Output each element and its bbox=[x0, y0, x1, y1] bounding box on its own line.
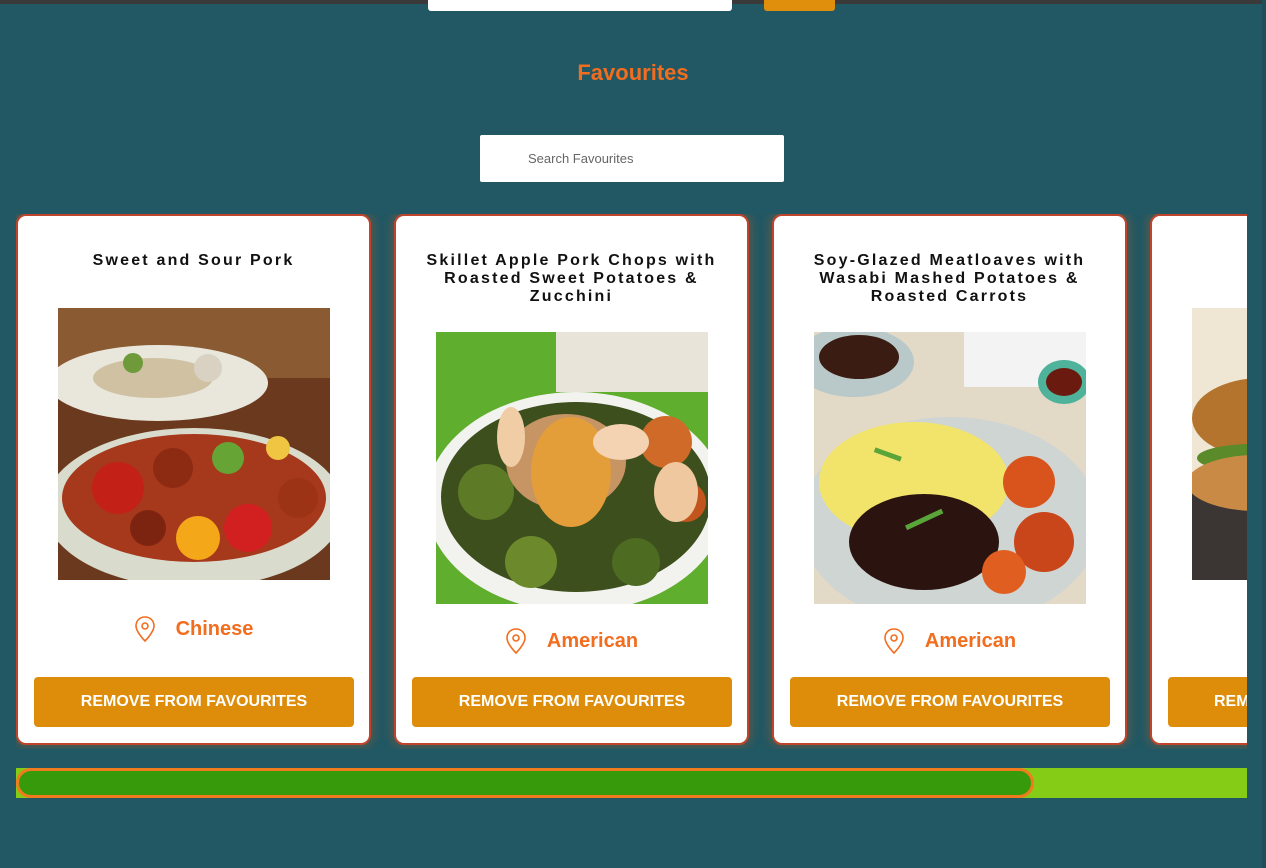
recipe-card: Soy-Glazed Meatloaves with Wasabi Mashed… bbox=[772, 214, 1127, 745]
remove-from-favourites-button[interactable]: REM bbox=[1168, 677, 1247, 727]
header-search-input[interactable] bbox=[428, 0, 732, 11]
page-title: Favourites bbox=[577, 60, 689, 85]
remove-from-favourites-button[interactable]: REMOVE FROM FAVOURITES bbox=[412, 677, 732, 727]
recipe-title: Sweet and Sour Pork bbox=[92, 252, 295, 269]
recipe-image[interactable] bbox=[814, 332, 1086, 604]
location-pin-icon bbox=[134, 615, 156, 643]
recipe-card: La REM bbox=[1150, 214, 1247, 745]
recipe-image[interactable] bbox=[436, 332, 708, 604]
recipe-title: Soy-Glazed Meatloaves with Wasabi Mashed… bbox=[813, 252, 1086, 305]
recipe-card: Sweet and Sour Pork Chinese REMOVE FROM … bbox=[16, 214, 371, 745]
remove-from-favourites-button[interactable]: REMOVE FROM FAVOURITES bbox=[790, 677, 1110, 727]
search-favourites-input[interactable] bbox=[480, 135, 784, 182]
cuisine-row: American bbox=[774, 626, 1125, 656]
remove-from-favourites-button[interactable]: REMOVE FROM FAVOURITES bbox=[34, 677, 354, 727]
cuisine-row: American bbox=[396, 626, 747, 656]
horizontal-scrollbar-thumb[interactable] bbox=[16, 768, 1034, 798]
recipe-image[interactable] bbox=[1192, 308, 1247, 580]
cuisine-label: American bbox=[546, 629, 639, 652]
recipe-image[interactable] bbox=[58, 308, 330, 580]
cuisine-label: American bbox=[924, 629, 1017, 652]
cuisine-row: Chinese bbox=[18, 614, 369, 644]
favourites-carousel: Sweet and Sour Pork Chinese REMOVE FROM … bbox=[16, 214, 1247, 749]
location-pin-icon bbox=[505, 627, 527, 655]
window-edge bbox=[1262, 0, 1266, 868]
horizontal-scrollbar-track[interactable] bbox=[16, 768, 1247, 798]
recipe-title: Skillet Apple Pork Chops with Roasted Sw… bbox=[426, 252, 717, 305]
cuisine-label: Chinese bbox=[175, 617, 254, 640]
recipe-title: La bbox=[1152, 252, 1247, 270]
header-search-button[interactable] bbox=[764, 0, 835, 11]
recipe-card: Skillet Apple Pork Chops with Roasted Sw… bbox=[394, 214, 749, 745]
location-pin-icon bbox=[883, 627, 905, 655]
